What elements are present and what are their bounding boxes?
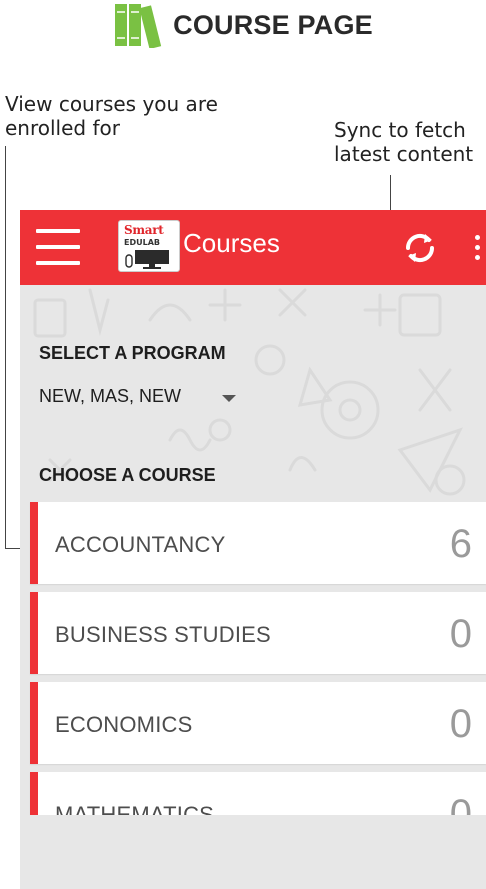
course-count: 0 [449, 612, 472, 656]
logo-text-edulab: EDULAB [124, 238, 160, 247]
sync-icon[interactable] [400, 228, 440, 268]
app-screen: Smart EDULAB Courses SELECT A PROGRAM NE… [20, 210, 486, 889]
logo-text-smart: Smart [124, 223, 164, 237]
course-count: 0 [449, 702, 472, 746]
course-name: BUSINESS STUDIES [55, 622, 271, 647]
program-selected-value: NEW, MAS, NEW [39, 386, 182, 406]
course-section-label: CHOOSE A COURSE [39, 465, 216, 485]
annotation-sync: Sync to fetch latest content [334, 118, 474, 166]
monitor-icon [125, 250, 169, 269]
screen-bottom-fade [20, 815, 486, 889]
more-vert-icon[interactable] [466, 232, 486, 262]
course-count: 6 [449, 522, 472, 566]
appbar-title: Courses [183, 228, 280, 258]
annotation-connector [5, 146, 6, 548]
page-title: COURSE PAGE [173, 9, 373, 40]
course-item-business-studies[interactable]: BUSINESS STUDIES 0 [30, 592, 486, 674]
program-section-label: SELECT A PROGRAM [39, 343, 226, 363]
program-select[interactable]: NEW, MAS, NEW [39, 384, 244, 412]
annotation-enrolled-courses: View courses you are enrolled for [5, 92, 218, 140]
app-bar: Smart EDULAB Courses [20, 210, 486, 285]
course-name: ACCOUNTANCY [55, 532, 226, 557]
course-name: ECONOMICS [55, 712, 193, 737]
annotation-connector [390, 175, 391, 210]
hamburger-menu-icon[interactable] [36, 226, 80, 268]
course-item-accountancy[interactable]: ACCOUNTANCY 6 [30, 502, 486, 584]
smart-edulab-logo: Smart EDULAB [118, 220, 180, 272]
books-icon [115, 4, 162, 48]
course-item-economics[interactable]: ECONOMICS 0 [30, 682, 486, 764]
dropdown-arrow-icon [222, 395, 236, 402]
page-header: COURSE PAGE [0, 0, 486, 50]
